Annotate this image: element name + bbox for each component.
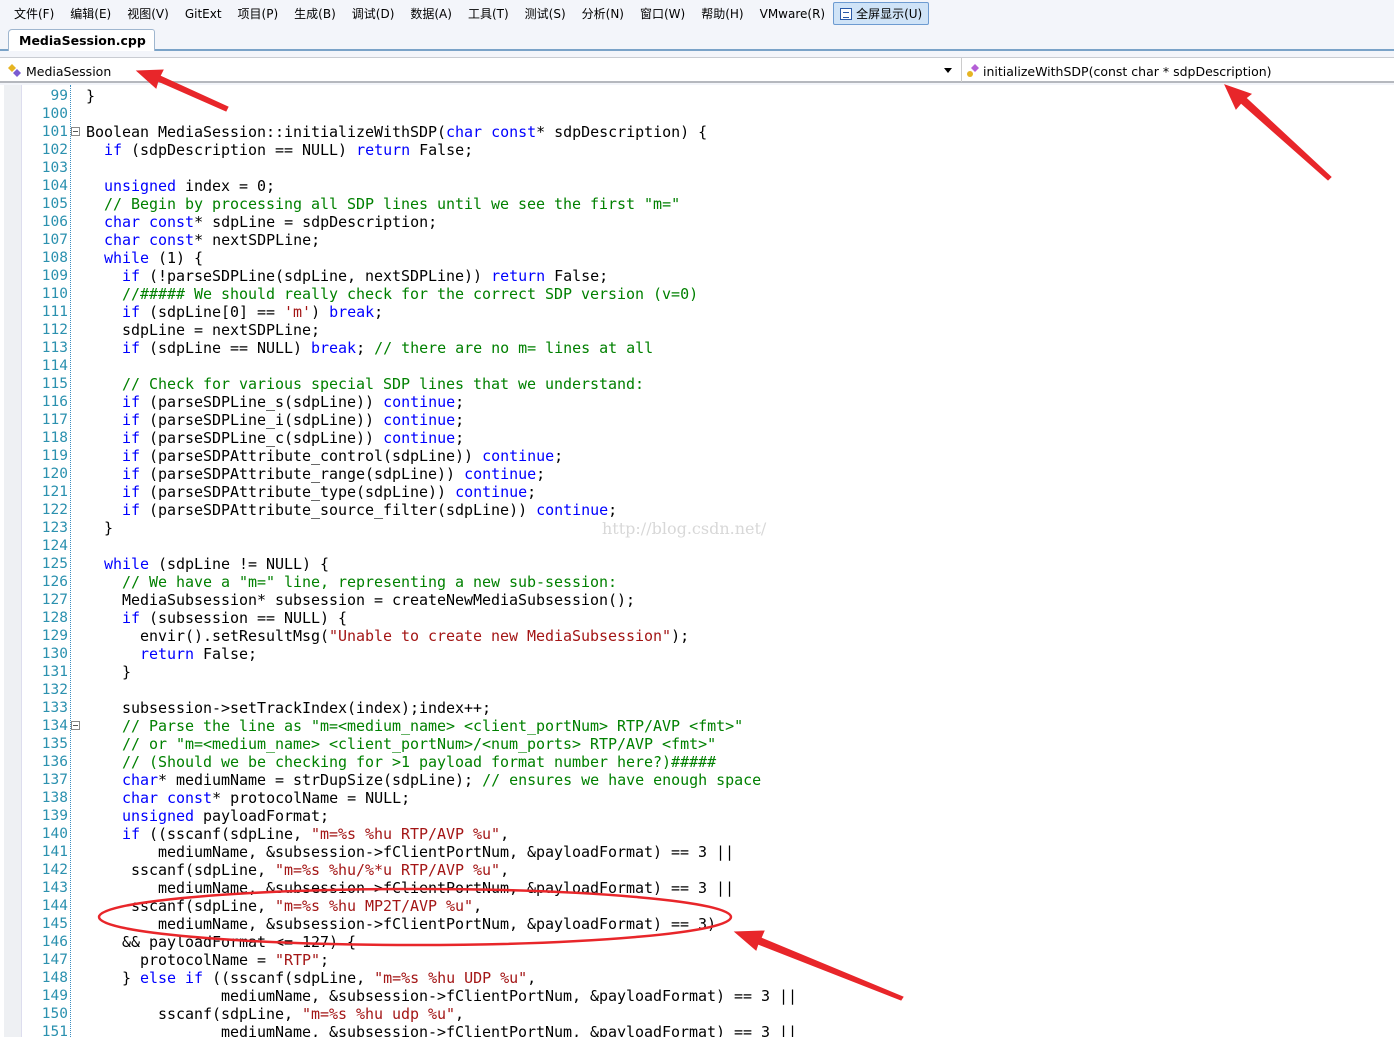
- red-arrow-annotation: [733, 930, 904, 1001]
- red-circle-annotation: [97, 887, 733, 947]
- annotation-overlay: [97, 69, 1332, 1001]
- red-arrow-annotation: [135, 69, 229, 112]
- red-arrow-annotation: [1224, 84, 1332, 181]
